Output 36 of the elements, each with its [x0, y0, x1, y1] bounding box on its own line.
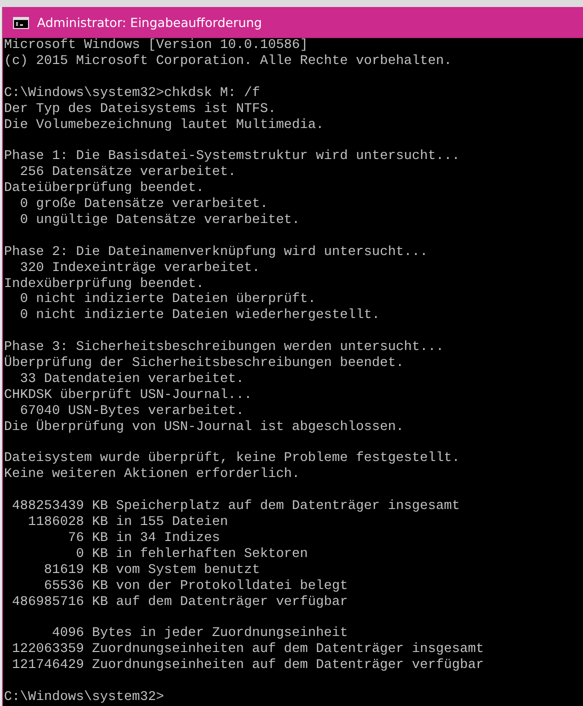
console-line: 4096 Bytes in jeder Zuordnungseinheit: [50, 626, 348, 642]
console-line: Überprüfung der Sicherheitsbeschreibungen beendet.: [4, 356, 404, 372]
console-line: 488253439 KB Speicherplatz auf dem Datenträger insgesamt: [10, 499, 460, 515]
console-line: 67040 USN-Bytes verarbeitet.: [18, 404, 244, 419]
console-line: Phase 1: Die Basisdatei-Systemstruktur wird untersucht...: [4, 149, 460, 165]
console-line: 0 große Datensätze verarbeitet.: [18, 197, 268, 213]
console-line: Microsoft Windows [Version 10.0.10586]: [4, 38, 308, 54]
console-line: Phase 3: Sicherheitsbeschreibungen werden untersucht...: [4, 340, 444, 356]
console-line: C:\Windows\system32>chkdsk M: /f: [4, 86, 260, 102]
console-line: 65536 KB von der Protokolldatei belegt: [42, 578, 348, 595]
console-line: Dateiüberprüfung beendet.: [4, 181, 204, 197]
console-line: Der Typ des Dateisystems ist NTFS.: [4, 102, 276, 118]
console-line: Phase 2: Die Dateinamenverknüpfung wird untersucht...: [4, 244, 428, 261]
window-title: Administrator: Eingabeaufforderung: [37, 15, 262, 30]
console-line: 0 ungültige Datensätze verarbeitet.: [18, 212, 300, 229]
console-line: 0 KB in fehlerhaften Sektoren: [74, 546, 308, 563]
console-line: Die Überprüfung von USN-Journal ist abgeschlossen.: [4, 420, 404, 436]
console-line: 256 Datensätze verarbeitet.: [18, 165, 236, 181]
console-line: Die Volumebezeichnung lautet Multimedia.: [4, 118, 324, 134]
console-line: Dateisystem wurde überprüft, keine Probleme festgestellt.: [4, 451, 460, 467]
console-line: 320 Indexeinträge verarbeitet.: [18, 260, 260, 277]
console-icon: [13, 16, 29, 28]
console-line: Keine weiteren Aktionen erforderlich.: [4, 467, 300, 484]
console-line: CHKDSK überprüft USN-Journal...: [4, 388, 252, 404]
console-line: 0 nicht indizierte Dateien überprüft.: [18, 292, 316, 308]
console-line: Indexüberprüfung beendet.: [4, 276, 204, 292]
console-line: 0 nicht indizierte Dateien wiederhergestellt.: [18, 308, 380, 324]
console-line: 122063359 Zuordnungseinheiten auf dem Datenträger insgesamt: [10, 642, 484, 658]
console-line: 486985716 KB auf dem Datenträger verfügbar: [10, 594, 348, 611]
console-line: (c) 2015 Microsoft Corporation. Alle Rechte vorbehalten.: [4, 54, 452, 70]
console-line: 121746429 Zuordnungseinheiten auf dem Datenträger verfügbar: [10, 658, 484, 674]
console-line: 33 Datendateien verarbeitet.: [18, 372, 244, 388]
console-line: 1186028 KB in 155 Dateien: [26, 515, 228, 531]
console-line: 76 KB in 34 Indizes: [66, 531, 220, 547]
console-line: C:\Windows\system32>: [4, 690, 164, 706]
console-line: 81619 KB vom System benutzt: [42, 562, 260, 579]
